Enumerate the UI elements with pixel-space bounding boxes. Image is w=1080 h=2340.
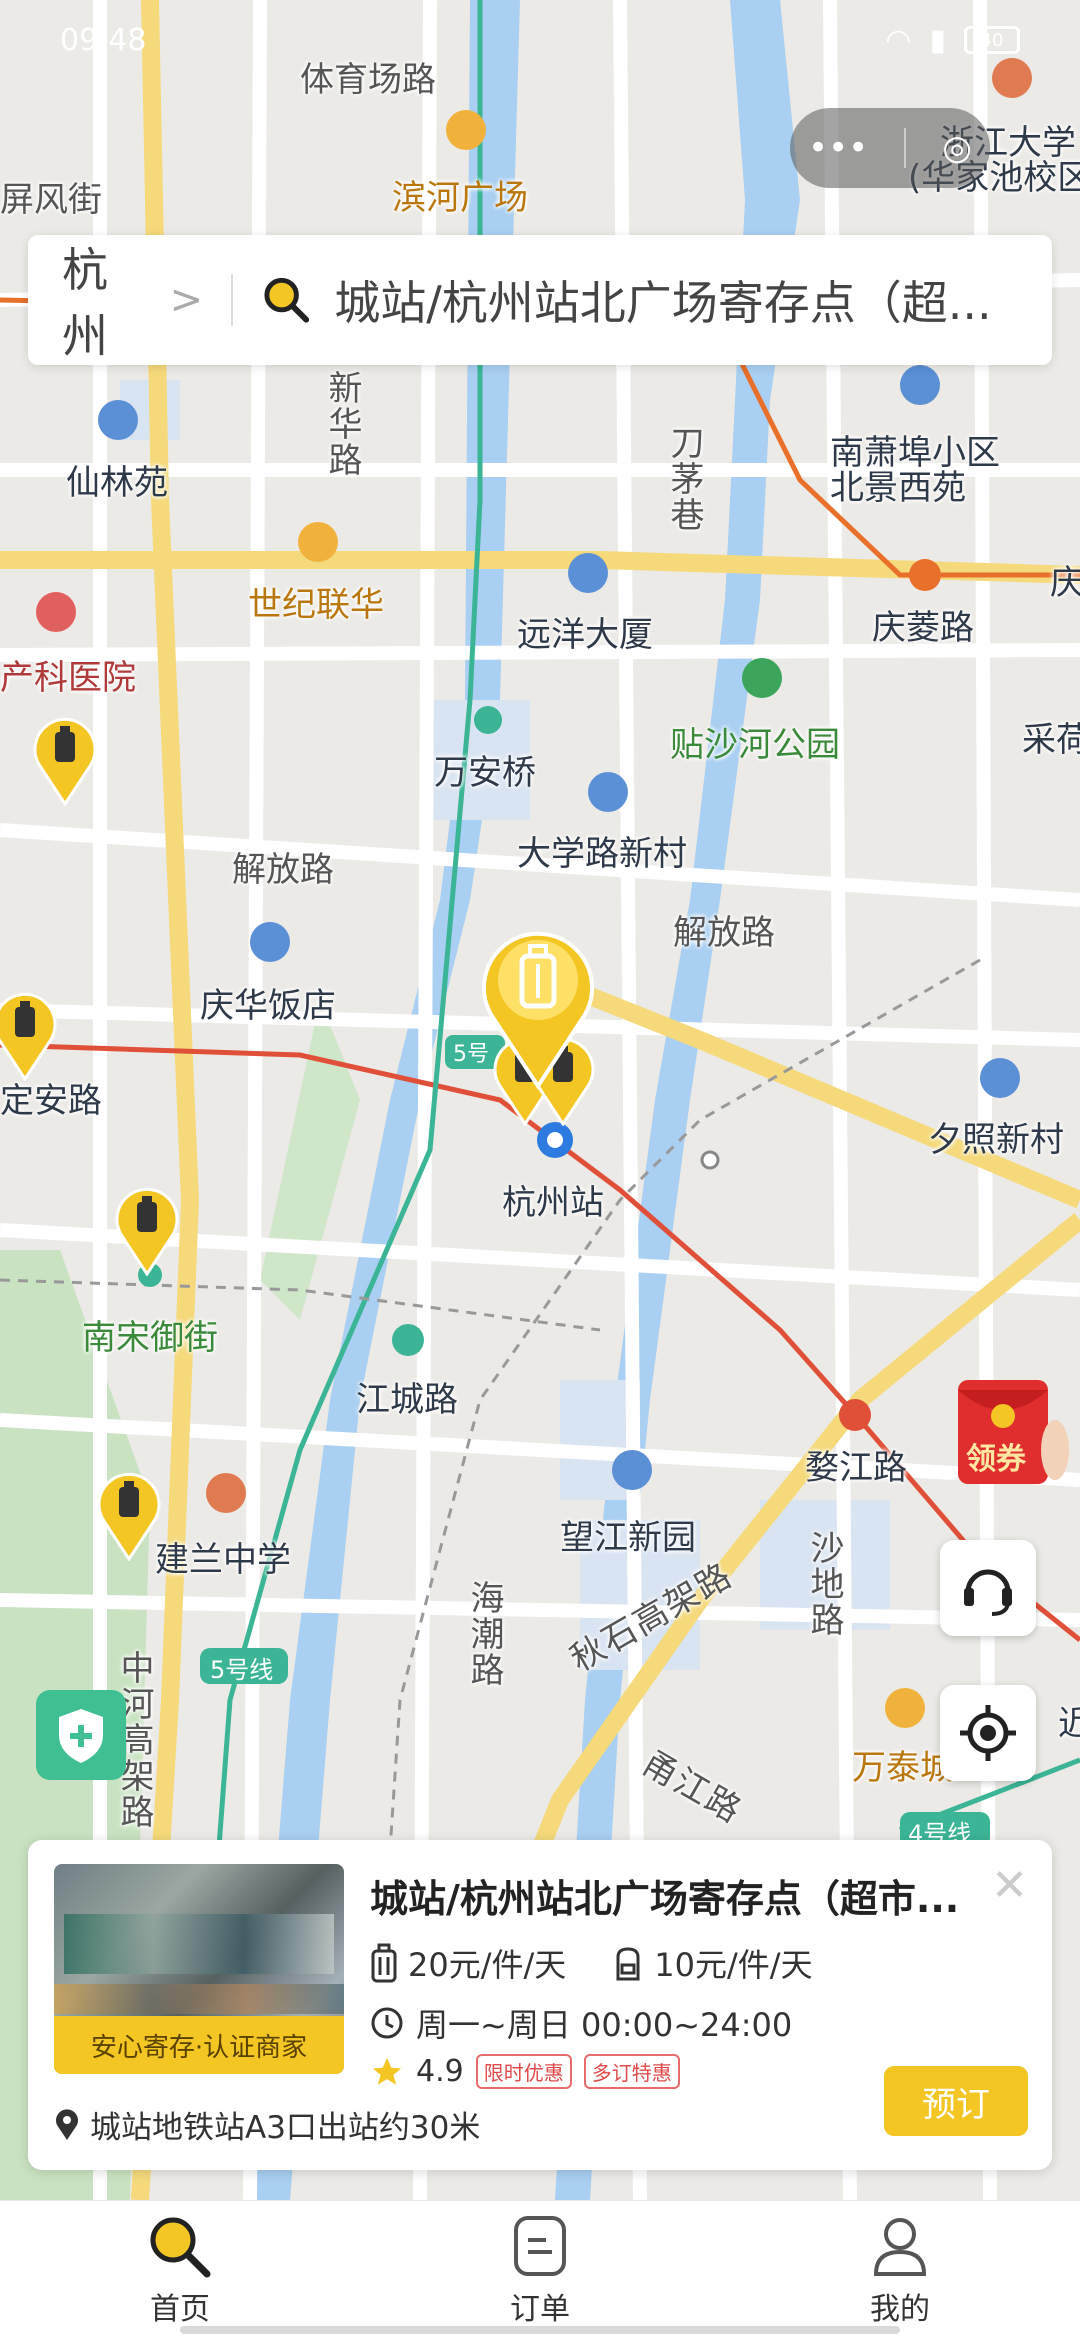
- store-card[interactable]: 安心寄存·认证商家 城站/杭州站北广场寄存点（超市... ✕ 20元/件/天 1…: [28, 1840, 1052, 2170]
- wifi-icon: ◠: [885, 22, 912, 58]
- capsule-divider: [904, 128, 907, 168]
- miniapp-capsule: ••• ◎: [790, 108, 990, 188]
- map-label: 庆菱路: [872, 608, 974, 648]
- close-miniapp-icon[interactable]: ◎: [942, 128, 972, 168]
- map-label: 南宋御街: [82, 1318, 218, 1358]
- order-icon: [514, 2215, 566, 2276]
- map-label: 婺江路: [805, 1448, 907, 1488]
- rating-value: 4.9: [416, 2054, 464, 2089]
- selected-locker-pin[interactable]: [478, 920, 598, 1090]
- tab-profile-label: 我的: [870, 2291, 930, 2327]
- map-label: 产科医院: [0, 658, 136, 698]
- more-options-icon[interactable]: •••: [808, 128, 868, 168]
- opening-hours: 周一~周日 00:00~24:00: [416, 2006, 793, 2044]
- promo-tag: 限时优惠: [475, 2054, 572, 2089]
- safety-shield-button[interactable]: [36, 1690, 126, 1780]
- battery-icon: 40: [964, 26, 1020, 54]
- tab-home-label: 首页: [150, 2291, 210, 2327]
- map-label: 大学路新村: [517, 834, 687, 874]
- search-icon: [264, 277, 310, 323]
- map-label: 建兰中学: [155, 1540, 291, 1580]
- map-label: 万安桥: [434, 753, 536, 793]
- shield-plus-icon: [59, 1709, 103, 1763]
- close-card-icon[interactable]: ✕: [991, 1860, 1028, 1911]
- locker-pin[interactable]: [112, 1180, 182, 1276]
- city-selector[interactable]: 杭州 >: [28, 234, 203, 366]
- clock-icon: [371, 2007, 403, 2039]
- metro-badge: 5号线: [210, 1656, 274, 1684]
- map-label: 万泰城: [852, 1748, 954, 1788]
- star-icon: [372, 2057, 402, 2085]
- tab-home[interactable]: 首页: [80, 2214, 280, 2328]
- locker-pin[interactable]: [94, 1465, 164, 1561]
- map-label: 海潮路: [464, 1580, 504, 1688]
- locker-pin[interactable]: [30, 710, 100, 806]
- backpack-icon: [616, 1947, 640, 1981]
- hours-row: 周一~周日 00:00~24:00: [370, 2000, 792, 2046]
- map-label: 刀茅巷: [664, 425, 704, 533]
- map-label: 世纪联华: [248, 585, 384, 625]
- map-label: 屏风街: [0, 180, 102, 220]
- map-label: 采荷: [1022, 720, 1080, 760]
- tab-profile[interactable]: 我的: [800, 2214, 1000, 2328]
- locker-pin[interactable]: [0, 985, 60, 1081]
- rating-row: 4.9 限时优惠 多订特惠: [370, 2054, 680, 2089]
- chevron-right-icon: >: [169, 277, 204, 323]
- search-divider: [231, 274, 234, 326]
- store-title: 城站/杭州站北广场寄存点（超市...: [370, 1877, 960, 1921]
- map-label: 贴沙河公园: [670, 725, 840, 765]
- home-indicator: [180, 2326, 900, 2334]
- locate-me-button[interactable]: [940, 1685, 1036, 1781]
- signal-icon: ▮: [929, 22, 946, 58]
- search-bar[interactable]: 杭州 > 城站/杭州站北广场寄存点（超...: [28, 235, 1052, 365]
- promo-tag: 多订特惠: [583, 2054, 680, 2089]
- map-label: 江城路: [356, 1380, 458, 1420]
- status-bar: 09:48 ◠ ▮ 40: [0, 0, 1080, 80]
- suitcase-icon: [371, 1943, 397, 1983]
- map-label: 沙地路: [804, 1530, 844, 1638]
- map-label: 北景西苑: [830, 468, 966, 508]
- status-time: 09:48: [60, 22, 147, 58]
- certified-badge: 安心寄存·认证商家: [54, 2016, 344, 2074]
- map-label: 夕照新村: [928, 1120, 1064, 1160]
- price-large-luggage: 20元/件/天: [408, 1946, 567, 1984]
- city-label: 杭州: [62, 243, 108, 363]
- coupon-button[interactable]: 领券: [950, 1370, 1070, 1490]
- map-label: 庆华饭店: [200, 986, 336, 1026]
- coupon-label: 领券: [966, 1442, 1026, 1477]
- profile-icon: [873, 2217, 927, 2276]
- map-label: 解放路: [232, 850, 334, 890]
- map-label: 杭州站: [502, 1183, 604, 1223]
- map-label: 解放路: [673, 913, 775, 953]
- price-row: 20元/件/天 10元/件/天: [370, 1940, 890, 1986]
- battery-level: 40: [980, 29, 1004, 51]
- map-label: 新华路: [322, 370, 362, 478]
- tab-orders[interactable]: 订单: [440, 2214, 640, 2328]
- search-query[interactable]: 城站/杭州站北广场寄存点（超...: [334, 267, 1052, 333]
- map-label: 仙林苑: [66, 463, 168, 503]
- map-label: 远洋大厦: [517, 615, 653, 655]
- book-button[interactable]: 预订: [884, 2066, 1028, 2136]
- bottom-tab-bar: 首页 订单 我的: [0, 2200, 1080, 2340]
- address-row: 城站地铁站A3口出站约30米: [54, 2102, 480, 2147]
- headset-icon: [964, 1569, 1012, 1616]
- status-icons: ◠ ▮ 40: [885, 23, 1020, 58]
- search-icon: [150, 2217, 211, 2277]
- map-label: 近: [1058, 1704, 1080, 1744]
- customer-service-button[interactable]: [940, 1540, 1036, 1636]
- location-pin-icon: [56, 2108, 78, 2140]
- map-label: 滨河广场: [392, 178, 528, 218]
- price-small-luggage: 10元/件/天: [654, 1946, 813, 1984]
- locate-icon: [960, 1705, 1016, 1761]
- map-label: 庆: [1050, 563, 1080, 603]
- store-address: 城站地铁站A3口出站约30米: [90, 2110, 481, 2146]
- tab-orders-label: 订单: [510, 2291, 570, 2327]
- map-label: 望江新园: [560, 1518, 696, 1558]
